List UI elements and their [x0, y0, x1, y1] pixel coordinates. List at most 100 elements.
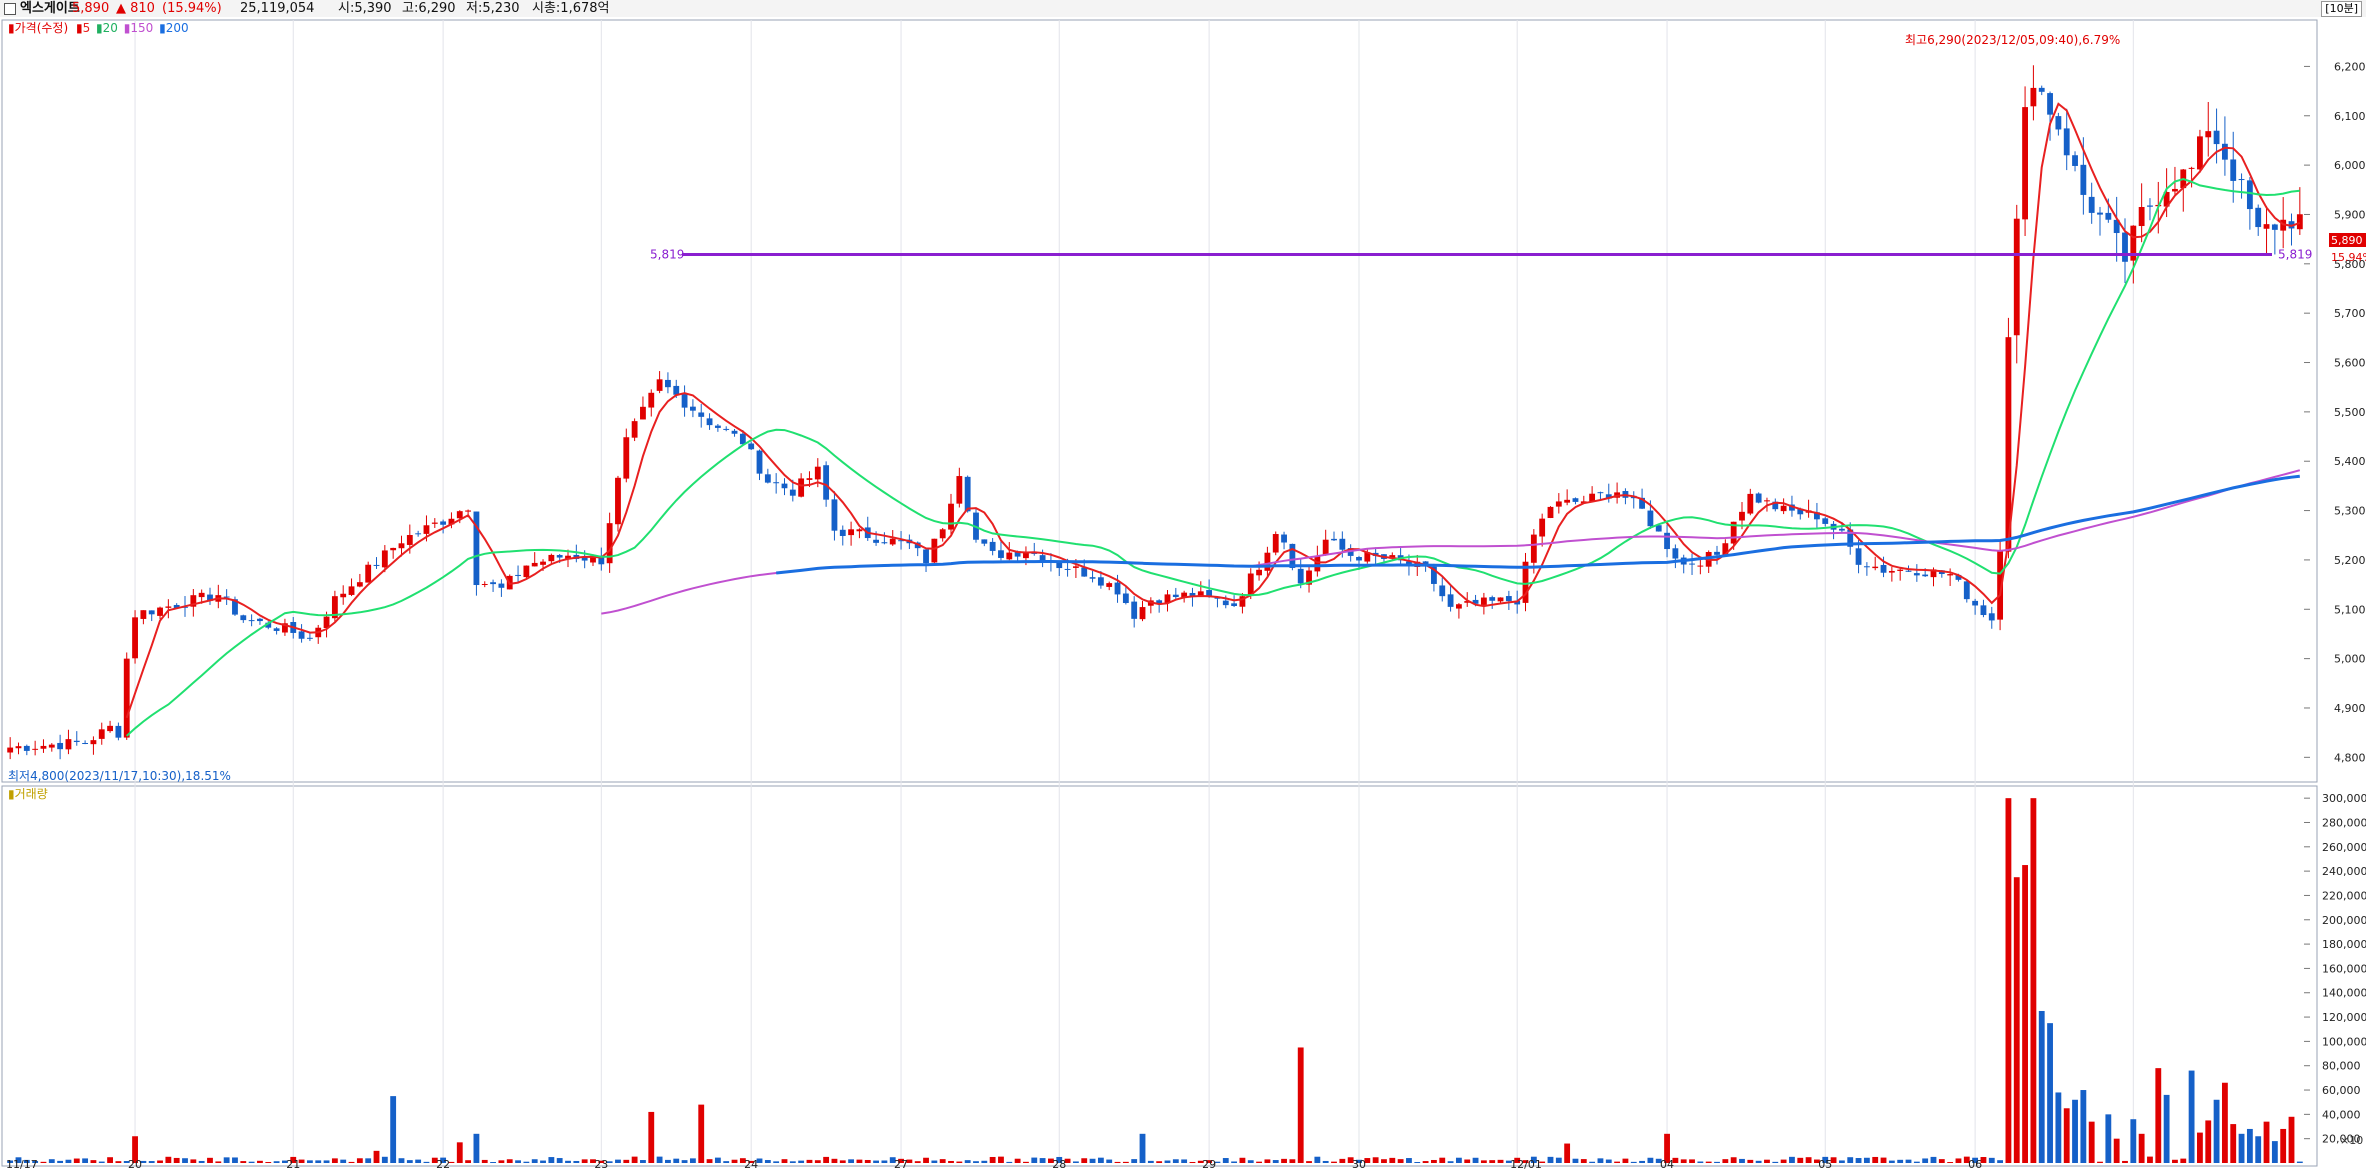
- price-tick-label: 5,700: [2334, 307, 2366, 320]
- volume-bar: [1772, 1161, 1779, 1163]
- volume-bar: [856, 1159, 863, 1163]
- volume-bar: [1589, 1161, 1596, 1163]
- candle-body: [1947, 574, 1954, 576]
- price-tick-label: 6,000: [2334, 159, 2366, 172]
- volume-bar: [1872, 1156, 1879, 1163]
- volume-bar: [2038, 1010, 2045, 1163]
- candle-body: [40, 745, 47, 749]
- volume-bar: [415, 1159, 422, 1163]
- select-checkbox[interactable]: [4, 3, 16, 15]
- candle-body: [548, 554, 555, 562]
- volume-bar: [1497, 1159, 1504, 1163]
- candle-body: [1272, 534, 1279, 553]
- volume-bar: [698, 1104, 705, 1163]
- candle-body: [1922, 574, 1929, 577]
- candle-body: [373, 564, 380, 566]
- volume-tick-label: 220,000: [2322, 889, 2366, 902]
- x-tick-label: 11/17: [6, 1158, 38, 1170]
- candle-body: [1838, 528, 1845, 531]
- candle-body: [2213, 130, 2220, 145]
- candle-body: [1231, 603, 1238, 607]
- volume-bar: [1905, 1159, 1912, 1163]
- price-tick-label: 4,900: [2334, 702, 2366, 715]
- volume-bar: [257, 1160, 263, 1163]
- volume-bar: [1930, 1156, 1937, 1163]
- candle-body: [423, 525, 430, 534]
- candle-body: [531, 562, 538, 567]
- x-tick-label: 28: [1052, 1158, 1066, 1170]
- candle-body: [1197, 591, 1204, 596]
- candle-body: [490, 582, 496, 585]
- candle-body: [665, 379, 671, 388]
- volume-bar: [1797, 1157, 1804, 1163]
- volume-bar: [1605, 1159, 1612, 1163]
- volume-bar: [198, 1160, 205, 1163]
- volume-bar: [2097, 1161, 2103, 1163]
- volume-bar: [1997, 1160, 2004, 1163]
- volume-bar: [1447, 1161, 1454, 1163]
- candle-body: [923, 549, 929, 564]
- volume-bar: [1239, 1157, 1246, 1163]
- volume-bar: [973, 1161, 979, 1163]
- current-pct-label: 15.94%: [2331, 251, 2366, 264]
- volume-bar: [1314, 1156, 1321, 1163]
- candle-body: [739, 433, 746, 445]
- volume-bar: [1547, 1156, 1554, 1163]
- candle-body: [1714, 551, 1720, 555]
- candle-body: [640, 406, 646, 420]
- candle-body: [32, 748, 39, 750]
- volume-bar: [1114, 1161, 1121, 1163]
- volume-bar: [223, 1157, 230, 1163]
- volume-bar: [681, 1160, 688, 1163]
- candle-body: [689, 406, 696, 411]
- interval-button[interactable]: [10분]: [2321, 1, 2362, 17]
- volume-bar: [839, 1160, 846, 1163]
- candle-body: [823, 465, 830, 500]
- candle-body: [1564, 499, 1571, 503]
- volume-bar: [823, 1156, 830, 1163]
- candle-body: [756, 450, 763, 474]
- volume-bar: [831, 1158, 838, 1163]
- volume-bar: [1689, 1159, 1695, 1163]
- candle-body: [1006, 552, 1013, 560]
- volume-bar: [1597, 1158, 1604, 1163]
- low-price: 저:5,230: [466, 1, 520, 16]
- candle-body: [1447, 594, 1454, 607]
- candle-body: [2013, 218, 2020, 336]
- volume-bar: [1455, 1157, 1462, 1163]
- volume-bar: [1131, 1159, 1138, 1163]
- candle-body: [1072, 566, 1079, 568]
- candle-body: [1356, 557, 1362, 561]
- candle-body: [2088, 196, 2095, 213]
- volume-bar: [315, 1160, 322, 1163]
- volume-bar: [1938, 1159, 1945, 1163]
- volume-bar: [1555, 1157, 1562, 1163]
- price-change: ▲ 810: [116, 1, 155, 16]
- candle-body: [648, 392, 655, 408]
- candle-body: [115, 725, 122, 738]
- volume-bar: [1264, 1159, 1271, 1163]
- candle-body: [748, 443, 755, 450]
- candle-body: [148, 610, 155, 615]
- x-tick-label: 20: [128, 1158, 142, 1170]
- stock-name[interactable]: 엑스게이트: [20, 0, 80, 17]
- candle-body: [1139, 607, 1146, 620]
- candle-body: [248, 620, 255, 622]
- volume-bar: [723, 1161, 730, 1163]
- candle-body: [2022, 107, 2028, 220]
- candle-body: [781, 483, 788, 489]
- x-tick-label: 12/01: [1510, 1158, 1542, 1170]
- candle-body: [123, 658, 130, 738]
- volume-bar: [1805, 1157, 1812, 1163]
- volume-bar: [2030, 798, 2037, 1163]
- volume-bar: [1122, 1161, 1129, 1163]
- volume-bar: [2163, 1094, 2170, 1163]
- candle-body: [848, 529, 855, 536]
- candle-body: [1689, 563, 1695, 565]
- candle-body: [481, 583, 488, 585]
- volume-bar: [406, 1160, 413, 1163]
- candle-body: [2138, 207, 2145, 227]
- chart-header: 엑스게이트 5,890 ▲ 810 (15.94%) 25,119,054 시:…: [0, 0, 2366, 18]
- volume-bar: [490, 1162, 496, 1163]
- volume-bar: [306, 1160, 313, 1163]
